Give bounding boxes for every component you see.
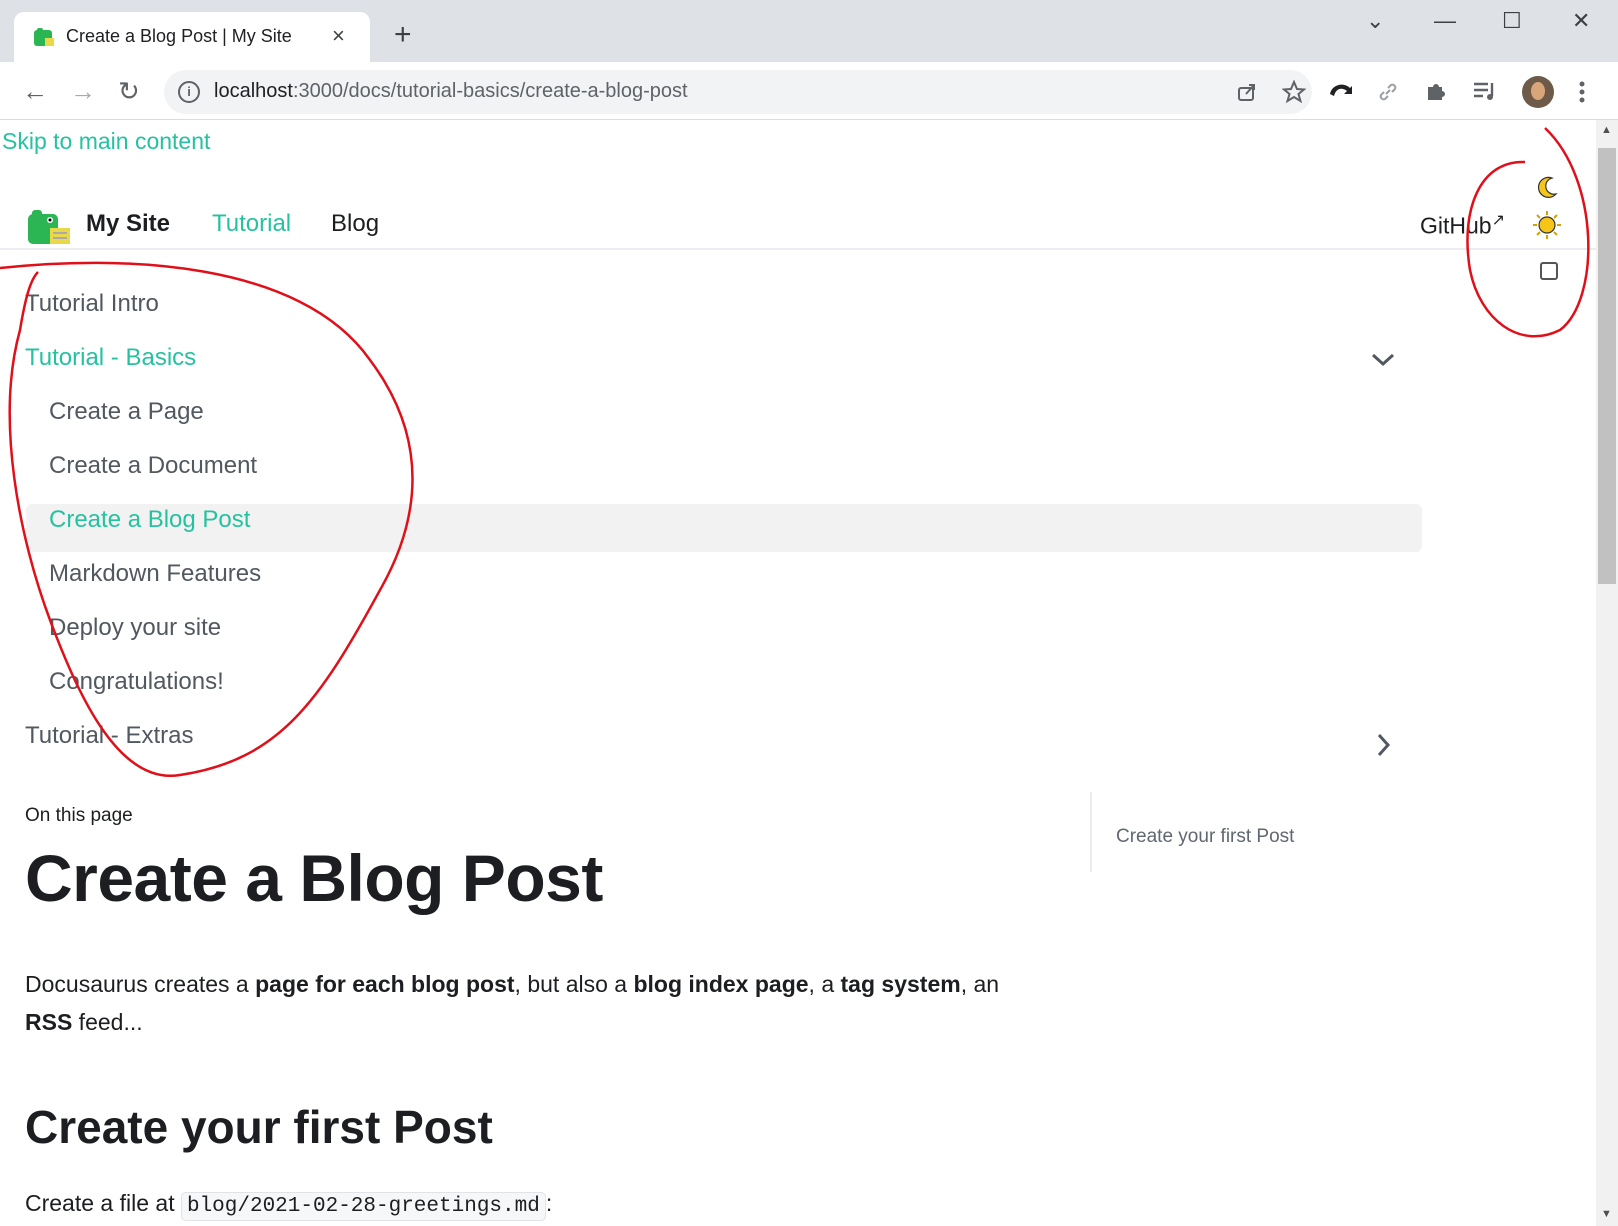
sidebar-item-markdown-features[interactable]: Markdown Features bbox=[49, 560, 261, 588]
sidebar-category-tutorial-basics[interactable]: Tutorial - Basics bbox=[25, 344, 196, 372]
puzzle-icon[interactable] bbox=[1424, 79, 1448, 103]
url-text[interactable]: localhost:3000/docs/tutorial-basics/crea… bbox=[214, 80, 688, 103]
chevron-right-icon[interactable] bbox=[1376, 732, 1392, 758]
navbar-divider bbox=[0, 248, 1596, 250]
star-icon[interactable] bbox=[1282, 80, 1306, 104]
scroll-down-arrow-icon[interactable]: ▼ bbox=[1601, 1208, 1612, 1220]
scroll-up-arrow-icon[interactable]: ▲ bbox=[1601, 124, 1612, 136]
create-file-paragraph: Create a file at blog/2021-02-28-greetin… bbox=[25, 1190, 552, 1221]
sidebar-item-tutorial-intro[interactable]: Tutorial Intro bbox=[25, 290, 159, 318]
chevron-down-icon[interactable] bbox=[1370, 352, 1396, 368]
minimize-button[interactable]: — bbox=[1434, 8, 1456, 34]
site-brand[interactable]: My Site bbox=[86, 210, 170, 238]
file-path-code: blog/2021-02-28-greetings.md bbox=[180, 1192, 546, 1221]
theme-toggle-checkbox[interactable] bbox=[1540, 262, 1558, 280]
link-icon[interactable] bbox=[1376, 80, 1400, 104]
new-tab-button[interactable]: + bbox=[394, 20, 412, 50]
page-content: Skip to main content My Site Tutorial Bl… bbox=[0, 120, 1596, 1226]
page-title: Create a Blog Post bbox=[25, 841, 603, 915]
maximize-button[interactable]: ☐ bbox=[1502, 8, 1522, 34]
forward-button[interactable]: → bbox=[70, 78, 96, 104]
docusaurus-favicon-icon bbox=[34, 28, 54, 46]
toc-link-create-your-first-post[interactable]: Create your first Post bbox=[1116, 826, 1294, 848]
section-heading: Create your first Post bbox=[25, 1101, 493, 1153]
address-bar[interactable]: i localhost:3000/docs/tutorial-basics/cr… bbox=[164, 70, 1312, 114]
tab-strip: Create a Blog Post | My Site × + ⌄ — ☐ ✕ bbox=[0, 0, 1618, 62]
extension-icon[interactable] bbox=[1328, 80, 1354, 102]
navbar-link-tutorial[interactable]: Tutorial bbox=[212, 210, 291, 238]
external-link-icon: ↗ bbox=[1491, 212, 1505, 229]
sidebar-item-deploy-your-site[interactable]: Deploy your site bbox=[49, 614, 221, 642]
profile-avatar[interactable] bbox=[1522, 76, 1554, 108]
tab-title: Create a Blog Post | My Site bbox=[66, 26, 292, 46]
sidebar-item-create-a-page[interactable]: Create a Page bbox=[49, 398, 204, 426]
reload-button[interactable]: ↻ bbox=[118, 78, 140, 104]
toc-divider bbox=[1090, 792, 1092, 872]
site-logo[interactable] bbox=[26, 208, 72, 246]
sidebar-item-create-a-document[interactable]: Create a Document bbox=[49, 452, 257, 480]
sidebar-item-create-a-blog-post[interactable]: Create a Blog Post bbox=[49, 506, 250, 534]
back-button[interactable]: ← bbox=[22, 78, 48, 104]
close-window-button[interactable]: ✕ bbox=[1572, 8, 1590, 34]
sun-icon[interactable] bbox=[1532, 210, 1562, 240]
browser-toolbar: ← → ↻ i localhost:3000/docs/tutorial-bas… bbox=[0, 62, 1618, 120]
scrollbar-thumb[interactable] bbox=[1598, 148, 1616, 584]
site-info-icon[interactable]: i bbox=[178, 81, 200, 103]
sidebar-category-tutorial-extras[interactable]: Tutorial - Extras bbox=[25, 722, 193, 750]
skip-to-content-link[interactable]: Skip to main content bbox=[2, 128, 210, 155]
menu-icon[interactable] bbox=[1578, 80, 1586, 104]
tab-search-icon[interactable]: ⌄ bbox=[1366, 8, 1384, 34]
intro-paragraph: Docusaurus creates a page for each blog … bbox=[25, 971, 1000, 1035]
moon-icon[interactable] bbox=[1534, 174, 1560, 200]
media-icon[interactable] bbox=[1472, 80, 1498, 102]
navbar-link-github[interactable]: GitHub↗ bbox=[1420, 210, 1505, 240]
sidebar-item-congratulations[interactable]: Congratulations! bbox=[49, 668, 224, 696]
tab-close-icon[interactable]: × bbox=[332, 23, 345, 49]
share-icon[interactable] bbox=[1236, 81, 1258, 103]
on-this-page-label[interactable]: On this page bbox=[25, 805, 133, 827]
browser-tab[interactable]: Create a Blog Post | My Site × bbox=[14, 12, 370, 62]
navbar-link-blog[interactable]: Blog bbox=[331, 210, 379, 238]
